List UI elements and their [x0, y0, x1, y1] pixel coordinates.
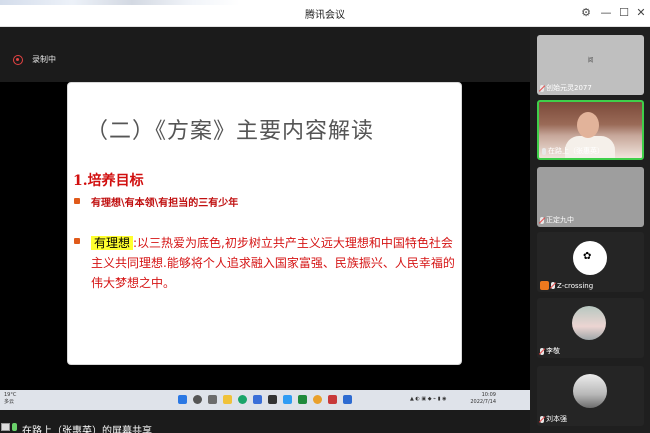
task-view-icon: [208, 395, 217, 404]
participant-name: 正定九中: [546, 216, 574, 224]
title-bar: 腾讯会议 ⚙ — ☐ ✕: [0, 0, 650, 27]
participant-name-bar: 刘本强: [540, 414, 567, 424]
slide-bullet-1: 有理想\有本领\有担当的三有少年: [91, 198, 239, 209]
weather-temp: 19°C: [4, 392, 17, 398]
bullet-icon: [74, 198, 80, 204]
title-bar-decoration: [0, 0, 240, 5]
slide-bullet-2-text: :以三热爱为底色,初步树立共产主义远大理想和中国特色社会主义共同理想.能够将个人…: [91, 236, 455, 290]
slide-bullet-2: 有理想:以三热爱为底色,初步树立共产主义远大理想和中国特色社会主义共同理想.能够…: [91, 233, 458, 293]
windows-start-icon: [178, 395, 187, 404]
powerpoint-icon: [328, 395, 337, 404]
shared-taskbar: 19°C 多云 ▲ ◐ ▣ ◆ ⌁ ▮ ◉ 10:09 2022/7/14: [0, 390, 530, 410]
mic-icon: [542, 147, 546, 155]
participant-name: Z-crossing: [557, 281, 594, 290]
microphone-icon: [12, 423, 17, 431]
close-button[interactable]: ✕: [631, 3, 650, 23]
participant-tile[interactable]: 李敬: [537, 298, 644, 358]
video-person-face: [577, 112, 599, 138]
participant-name-bar: 李敬: [540, 346, 560, 356]
taskbar-weather: 19°C 多云: [4, 392, 16, 406]
excel-icon: [298, 395, 307, 404]
participant-name: 刘本强: [546, 415, 567, 423]
participant-name: 在路上（张惠英）: [548, 147, 604, 155]
window-title: 腾讯会议: [305, 10, 345, 21]
participant-name-bar: Z-crossing: [540, 281, 593, 290]
weather-desc: 多云: [4, 399, 15, 405]
screen-share-bar[interactable]: 在路上（张惠英）的屏幕共享: [0, 423, 530, 433]
avatar: ✿: [573, 241, 607, 275]
avatar-logo-icon: ✿: [583, 251, 592, 262]
mail-icon: [283, 395, 292, 404]
participant-name-bar: 正定九中: [540, 215, 574, 225]
mic-muted-icon: [540, 216, 544, 224]
meeting-app-icon: [253, 395, 262, 404]
presentation-slide: （二）《方案》主要内容解读 1.培养目标 有理想\有本领\有担当的三有少年 有理…: [67, 82, 462, 365]
participant-panel: 阅 创始元灵2077 在路上（张惠英） 正定九中 ✿ Z-crossing 李敬…: [530, 27, 650, 433]
tile-placeholder-text: 阅: [587, 57, 594, 64]
chrome-icon: [313, 395, 322, 404]
mic-muted-icon: [540, 84, 544, 92]
screen-share-label: 在路上（张惠英）的屏幕共享: [22, 426, 152, 433]
mic-muted-icon: [551, 282, 555, 289]
participant-name: 李敬: [546, 347, 560, 355]
participant-tile[interactable]: 阅 创始元灵2077: [537, 35, 644, 95]
participant-tile[interactable]: ✿ Z-crossing: [537, 232, 644, 292]
record-icon: [13, 54, 23, 65]
recording-indicator[interactable]: 录制中: [13, 54, 56, 65]
meeting-window: 腾讯会议 ⚙ — ☐ ✕ 录制中 （二）《方案》主要内容解读 1.培养目标 有理…: [0, 0, 650, 433]
bullet-icon: [74, 238, 80, 244]
mic-muted-icon: [540, 415, 544, 423]
word-icon: [343, 395, 352, 404]
avatar: [572, 306, 606, 340]
participant-tile[interactable]: 正定九中: [537, 167, 644, 227]
screen-share-icon: [1, 423, 10, 431]
tray-icons: ▲ ◐ ▣ ◆ ⌁ ▮ ◉: [410, 396, 447, 402]
browser-icon: [238, 395, 247, 404]
file-explorer-icon: [223, 395, 232, 404]
clock-date: 2022/7/14: [470, 399, 496, 405]
participant-name-bar: 在路上（张惠英）: [542, 146, 604, 156]
shared-screen: （二）《方案》主要内容解读 1.培养目标 有理想\有本领\有担当的三有少年 有理…: [0, 82, 530, 410]
highlighted-term: 有理想: [91, 236, 134, 250]
clock-time: 10:09: [481, 392, 496, 398]
participant-name-bar: 创始元灵2077: [540, 83, 592, 93]
participant-tile[interactable]: 刘本强: [537, 366, 644, 426]
store-icon: [268, 395, 277, 404]
gear-icon[interactable]: ⚙: [576, 3, 596, 23]
search-icon: [193, 395, 202, 404]
mic-muted-icon: [540, 347, 544, 355]
participant-tile-active-speaker[interactable]: 在路上（张惠英）: [537, 100, 644, 160]
user-icon: [540, 281, 549, 290]
participant-name: 创始元灵2077: [546, 84, 592, 92]
minimize-button[interactable]: —: [596, 3, 616, 23]
taskbar-clock: 10:09 2022/7/14: [470, 392, 496, 406]
recording-label: 录制中: [32, 55, 56, 64]
slide-heading: （二）《方案》主要内容解读: [86, 119, 375, 144]
share-bar-icons: [1, 423, 17, 431]
avatar: [573, 374, 607, 408]
slide-section-title: 1.培养目标: [73, 173, 144, 189]
main-stage: 录制中 （二）《方案》主要内容解读 1.培养目标 有理想\有本领\有担当的三有少…: [0, 27, 530, 433]
